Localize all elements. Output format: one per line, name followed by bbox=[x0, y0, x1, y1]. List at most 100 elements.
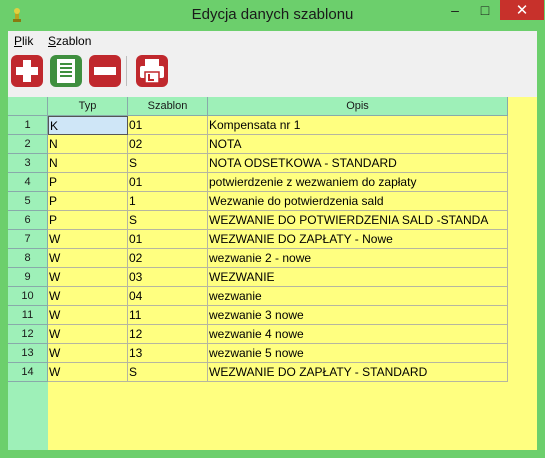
cell-szablon[interactable]: 02 bbox=[128, 135, 208, 154]
cell-szablon[interactable]: 01 bbox=[128, 173, 208, 192]
row-header[interactable]: 2 bbox=[8, 135, 48, 154]
cell-szablon[interactable]: 13 bbox=[128, 344, 208, 363]
printer-icon bbox=[136, 55, 168, 87]
cell-typ[interactable]: W bbox=[48, 249, 128, 268]
table-row[interactable]: 13 W 13 wezwanie 5 nowe bbox=[8, 344, 508, 363]
cell-typ[interactable]: W bbox=[48, 363, 128, 382]
table-row[interactable]: 12 W 12 wezwanie 4 nowe bbox=[8, 325, 508, 344]
cell-opis[interactable]: WEZWANIE DO ZAPŁATY - Nowe bbox=[208, 230, 508, 249]
minimize-button[interactable]: – bbox=[440, 0, 470, 20]
cell-szablon[interactable]: 1 bbox=[128, 192, 208, 211]
cell-szablon[interactable]: S bbox=[128, 211, 208, 230]
toolbar-separator bbox=[126, 56, 127, 86]
close-icon: ✕ bbox=[515, 2, 529, 19]
cell-opis[interactable]: NOTA bbox=[208, 135, 508, 154]
cell-opis[interactable]: potwierdzenie z wezwaniem do zapłaty bbox=[208, 173, 508, 192]
remove-button[interactable] bbox=[89, 55, 121, 87]
toolbar bbox=[8, 51, 537, 91]
cell-szablon[interactable]: 04 bbox=[128, 287, 208, 306]
minus-icon bbox=[89, 55, 121, 87]
menu-plik-accel: P bbox=[14, 34, 23, 48]
cell-opis[interactable]: WEZWANIE DO POTWIERDZENIA SALD -STANDA bbox=[208, 211, 508, 230]
cell-typ[interactable]: N bbox=[48, 154, 128, 173]
table-row[interactable]: 7 W 01 WEZWANIE DO ZAPŁATY - Nowe bbox=[8, 230, 508, 249]
cell-szablon[interactable]: S bbox=[128, 363, 208, 382]
cell-typ[interactable]: P bbox=[48, 192, 128, 211]
cell-typ[interactable]: N bbox=[48, 135, 128, 154]
add-button[interactable] bbox=[11, 55, 43, 87]
cell-opis[interactable]: Wezwanie do potwierdzenia sald bbox=[208, 192, 508, 211]
table-row[interactable]: 6 P S WEZWANIE DO POTWIERDZENIA SALD -STAND… bbox=[8, 211, 508, 230]
cell-typ[interactable]: W bbox=[48, 268, 128, 287]
cell-opis[interactable]: Kompensata nr 1 bbox=[208, 116, 508, 135]
cell-szablon[interactable]: 03 bbox=[128, 268, 208, 287]
cell-typ[interactable]: W bbox=[48, 230, 128, 249]
print-button[interactable] bbox=[136, 55, 168, 87]
row-header[interactable]: 3 bbox=[8, 154, 48, 173]
title-bar[interactable]: Edycja danych szablonu – □ ✕ bbox=[0, 0, 545, 30]
row-header[interactable]: 6 bbox=[8, 211, 48, 230]
cell-typ[interactable]: W bbox=[48, 287, 128, 306]
table-row[interactable]: 8 W 02 wezwanie 2 - nowe bbox=[8, 249, 508, 268]
cell-szablon[interactable]: 01 bbox=[128, 230, 208, 249]
table-row[interactable]: 1 K 01 Kompensata nr 1 bbox=[8, 116, 508, 135]
cell-opis[interactable]: WEZWANIE bbox=[208, 268, 508, 287]
row-header[interactable]: 12 bbox=[8, 325, 48, 344]
maximize-button[interactable]: □ bbox=[470, 0, 500, 20]
row-header[interactable]: 5 bbox=[8, 192, 48, 211]
table-row[interactable]: 9 W 03 WEZWANIE bbox=[8, 268, 508, 287]
row-header[interactable]: 11 bbox=[8, 306, 48, 325]
menu-szablon-rest: zablon bbox=[56, 34, 92, 48]
cell-typ[interactable]: W bbox=[48, 344, 128, 363]
cell-opis[interactable]: wezwanie 2 - nowe bbox=[208, 249, 508, 268]
minimize-icon: – bbox=[451, 2, 459, 18]
cell-opis[interactable]: NOTA ODSETKOWA - STANDARD bbox=[208, 154, 508, 173]
document-icon bbox=[50, 55, 82, 87]
row-header[interactable]: 8 bbox=[8, 249, 48, 268]
cell-szablon[interactable]: S bbox=[128, 154, 208, 173]
cell-opis[interactable]: wezwanie 5 nowe bbox=[208, 344, 508, 363]
maximize-icon: □ bbox=[480, 2, 490, 18]
row-header[interactable]: 4 bbox=[8, 173, 48, 192]
menu-szablon[interactable]: Szablon bbox=[48, 34, 91, 48]
cell-szablon[interactable]: 11 bbox=[128, 306, 208, 325]
plus-icon bbox=[11, 55, 43, 87]
app-window: Edycja danych szablonu – □ ✕ Plik Szablo… bbox=[0, 0, 545, 458]
cell-opis[interactable]: wezwanie 3 nowe bbox=[208, 306, 508, 325]
column-header-szablon[interactable]: Szablon bbox=[128, 97, 208, 116]
menu-szablon-accel: S bbox=[48, 34, 57, 48]
menu-bar: Plik Szablon bbox=[8, 31, 537, 51]
cell-opis[interactable]: WEZWANIE DO ZAPŁATY - STANDARD bbox=[208, 363, 508, 382]
table-row[interactable]: 4 P 01 potwierdzenie z wezwaniem do zapłaty bbox=[8, 173, 508, 192]
close-button[interactable]: ✕ bbox=[500, 0, 544, 20]
cell-szablon[interactable]: 12 bbox=[128, 325, 208, 344]
table-row[interactable]: 2 N 02 NOTA bbox=[8, 135, 508, 154]
row-header[interactable]: 7 bbox=[8, 230, 48, 249]
cell-typ[interactable]: W bbox=[48, 306, 128, 325]
column-header-opis[interactable]: Opis bbox=[208, 97, 508, 116]
cell-opis[interactable]: wezwanie bbox=[208, 287, 508, 306]
row-header[interactable]: 14 bbox=[8, 363, 48, 382]
menu-plik-rest: lik bbox=[22, 34, 34, 48]
row-header[interactable]: 1 bbox=[8, 116, 48, 135]
table-row[interactable]: 5 P 1 Wezwanie do potwierdzenia sald bbox=[8, 192, 508, 211]
cell-szablon[interactable]: 01 bbox=[128, 116, 208, 135]
cell-typ[interactable]: W bbox=[48, 325, 128, 344]
templates-grid[interactable]: Typ Szablon Opis 1 K 01 Kompensata nr 1 2 N 02… bbox=[8, 97, 537, 450]
table-row[interactable]: 14 W S WEZWANIE DO ZAPŁATY - STANDARD bbox=[8, 363, 508, 382]
row-header[interactable]: 13 bbox=[8, 344, 48, 363]
cell-typ[interactable]: P bbox=[48, 173, 128, 192]
table-row[interactable]: 11 W 11 wezwanie 3 nowe bbox=[8, 306, 508, 325]
table-row[interactable]: 10 W 04 wezwanie bbox=[8, 287, 508, 306]
menu-plik[interactable]: Plik bbox=[14, 34, 33, 48]
row-header[interactable]: 10 bbox=[8, 287, 48, 306]
table-row[interactable]: 3 N S NOTA ODSETKOWA - STANDARD bbox=[8, 154, 508, 173]
cell-opis[interactable]: wezwanie 4 nowe bbox=[208, 325, 508, 344]
cell-typ[interactable]: P bbox=[48, 211, 128, 230]
cell-szablon[interactable]: 02 bbox=[128, 249, 208, 268]
cell-typ[interactable]: K bbox=[48, 116, 128, 135]
column-header-typ[interactable]: Typ bbox=[48, 97, 128, 116]
client-area: Plik Szablon Typ Szablon Opis 1 K 01 Kom… bbox=[8, 31, 537, 450]
edit-button[interactable] bbox=[50, 55, 82, 87]
row-header[interactable]: 9 bbox=[8, 268, 48, 287]
